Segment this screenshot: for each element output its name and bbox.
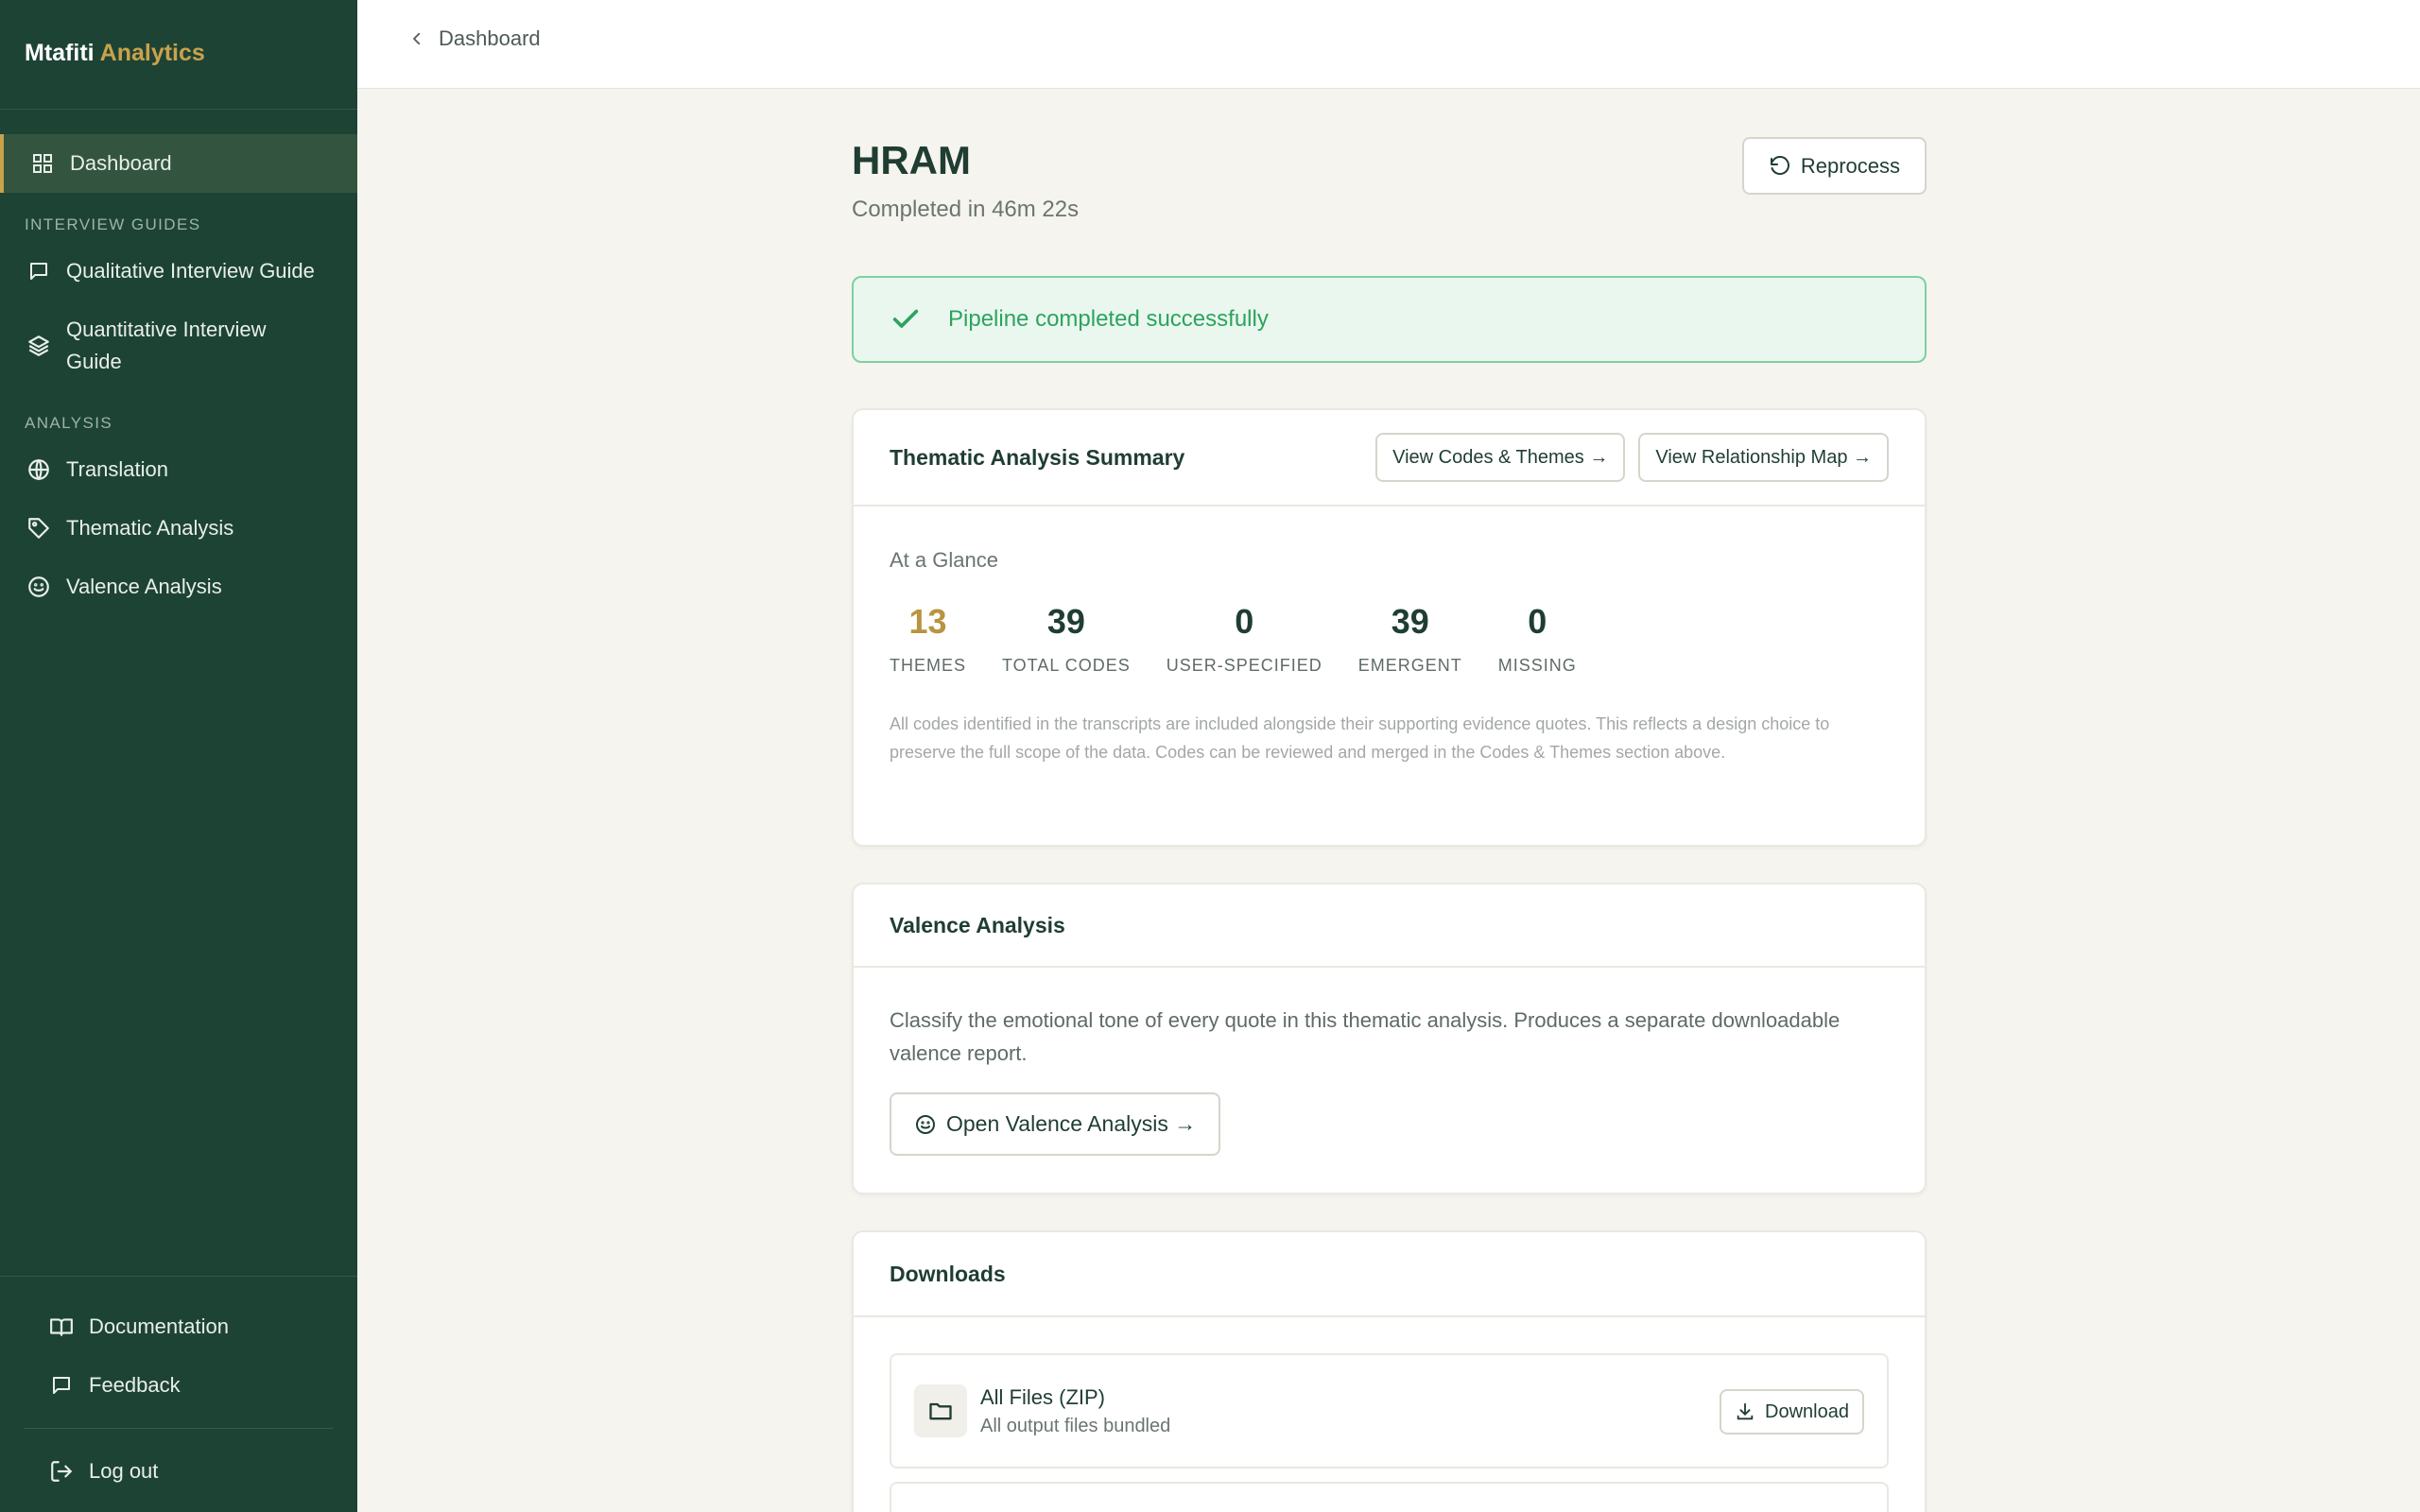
page-subtitle: Completed in 46m 22s: [852, 197, 1080, 222]
card-title: Thematic Analysis Summary: [890, 444, 1185, 470]
sidebar-item-label: Thematic Analysis: [66, 516, 234, 540]
message-square-icon: [47, 1369, 76, 1401]
card-body: Classify the emotional tone of every quo…: [854, 968, 1925, 1156]
smile-icon: [25, 571, 53, 603]
book-open-icon: [47, 1311, 76, 1343]
sidebar: Mtafiti Analytics Dashboard INTERVIEW GU…: [0, 0, 357, 1512]
grid-icon: [28, 147, 57, 180]
sidebar-item-feedback[interactable]: Feedback: [0, 1356, 357, 1415]
sidebar-item-translation[interactable]: Translation: [0, 440, 357, 499]
brand-name: Mtafiti: [25, 40, 95, 66]
page-title: HRAM: [852, 138, 971, 182]
card-header: Thematic Analysis Summary View Codes & T…: [854, 410, 1925, 507]
sidebar-item-label: Valence Analysis: [66, 575, 222, 598]
stat-label: TOTAL CODES: [1002, 656, 1131, 675]
stat-label: USER-SPECIFIED: [1166, 656, 1322, 675]
button-label: Open Valence Analysis →: [946, 1111, 1197, 1136]
sidebar-item-quantitative-guide[interactable]: Quantitative Interview Guide: [0, 301, 357, 391]
tag-icon: [25, 512, 53, 544]
stat-label: MISSING: [1497, 656, 1577, 675]
sidebar-nav: Dashboard INTERVIEW GUIDES Qualitative I…: [0, 110, 357, 616]
divider: [25, 1428, 333, 1429]
card-header: Valence Analysis: [854, 885, 1925, 968]
view-codes-themes-button[interactable]: View Codes & Themes →: [1375, 433, 1626, 482]
sidebar-item-valence-analysis[interactable]: Valence Analysis: [0, 558, 357, 616]
brand-suffix: Analytics: [99, 40, 205, 66]
smile-icon: [914, 1113, 937, 1136]
layers-icon: [25, 314, 53, 378]
top-bar: Dashboard: [357, 0, 2420, 89]
folder-icon: [914, 1384, 967, 1437]
reprocess-label: Reprocess: [1800, 153, 1900, 178]
thematic-summary-card: Thematic Analysis Summary View Codes & T…: [852, 408, 1927, 847]
sidebar-item-logout[interactable]: Log out: [0, 1442, 357, 1501]
file-info: All Files (ZIP) All output files bundled: [980, 1385, 1170, 1437]
card-body: At a Glance 13 THEMES 39 TOTAL CODES 0 U…: [854, 507, 1925, 766]
card-title: Downloads: [890, 1261, 1006, 1286]
globe-icon: [25, 454, 53, 486]
download-icon: [1735, 1401, 1755, 1422]
sidebar-item-documentation[interactable]: Documentation: [0, 1297, 357, 1356]
file-description: All output files bundled: [980, 1415, 1171, 1436]
chevron-left-icon: [408, 30, 425, 47]
sidebar-item-label: Log out: [89, 1459, 159, 1483]
stat-emergent: 39 EMERGENT: [1358, 601, 1462, 676]
valence-description: Classify the emotional tone of every quo…: [890, 1008, 1841, 1065]
sidebar-item-label: Quantitative Interview Guide: [66, 318, 267, 373]
sidebar-item-label: Translation: [66, 457, 169, 481]
sidebar-item-label: Qualitative Interview Guide: [66, 259, 315, 283]
view-relationship-map-button[interactable]: View Relationship Map →: [1638, 433, 1889, 482]
button-label: Download: [1765, 1400, 1849, 1422]
success-alert: Pipeline completed successfully: [852, 276, 1927, 363]
log-out-icon: [47, 1455, 76, 1487]
sidebar-item-thematic-analysis[interactable]: Thematic Analysis: [0, 499, 357, 558]
card-actions: View Codes & Themes → View Relationship …: [1375, 433, 1889, 482]
check-icon: [890, 303, 922, 335]
stat-value: 0: [1528, 602, 1547, 641]
stat-total-codes: 39 TOTAL CODES: [1002, 601, 1131, 676]
stat-missing: 0 MISSING: [1498, 601, 1577, 676]
card-body: All Files (ZIP) All output files bundled…: [854, 1317, 1925, 1512]
open-valence-analysis-button[interactable]: Open Valence Analysis →: [890, 1092, 1221, 1156]
valence-analysis-card: Valence Analysis Classify the emotional …: [852, 883, 1927, 1194]
sidebar-item-label: Feedback: [89, 1373, 181, 1397]
reprocess-button[interactable]: Reprocess: [1741, 137, 1927, 195]
sidebar-item-label: Dashboard: [70, 151, 172, 175]
rotate-ccw-icon: [1769, 155, 1791, 178]
stat-value: 39: [1391, 602, 1429, 641]
back-to-dashboard-link[interactable]: Dashboard: [408, 26, 541, 51]
sidebar-footer: Documentation Feedback Log out: [0, 1276, 357, 1512]
nav-section-analysis: ANALYSIS: [25, 414, 113, 432]
alert-text: Pipeline completed successfully: [948, 306, 1269, 332]
nav-section-interview-guides: INTERVIEW GUIDES: [25, 215, 201, 233]
stat-value: 0: [1235, 602, 1254, 641]
download-file-row-partial: [890, 1482, 1889, 1512]
download-file-row: All Files (ZIP) All output files bundled…: [890, 1353, 1889, 1469]
card-header: Downloads: [854, 1232, 1925, 1317]
message-square-icon: [25, 255, 53, 287]
codes-note: All codes identified in the transcripts …: [890, 714, 1830, 762]
stat-user-specified: 0 USER-SPECIFIED: [1167, 601, 1322, 676]
brand-logo[interactable]: Mtafiti Analytics: [0, 0, 357, 110]
sidebar-item-label: Documentation: [89, 1314, 229, 1338]
stat-value: 13: [908, 602, 947, 641]
stat-label: THEMES: [890, 656, 967, 675]
stat-label: EMERGENT: [1357, 656, 1462, 675]
file-name: All Files (ZIP): [980, 1384, 1105, 1409]
page-header: HRAM Completed in 46m 22s Reprocess: [852, 89, 1927, 276]
stat-value: 39: [1046, 602, 1085, 641]
downloads-card: Downloads All Files (ZIP) All output fil…: [852, 1230, 1927, 1512]
stat-themes: 13 THEMES: [890, 601, 966, 676]
main-content: HRAM Completed in 46m 22s Reprocess Pipe…: [852, 89, 1927, 1512]
sidebar-item-qualitative-guide[interactable]: Qualitative Interview Guide: [0, 242, 357, 301]
sidebar-item-dashboard[interactable]: Dashboard: [0, 134, 357, 193]
at-a-glance-label: At a Glance: [890, 548, 998, 572]
stats-row: 13 THEMES 39 TOTAL CODES 0 USER-SPECIFIE…: [890, 601, 1889, 676]
breadcrumb: Dashboard: [439, 26, 541, 50]
card-title: Valence Analysis: [890, 912, 1065, 937]
download-button[interactable]: Download: [1720, 1389, 1864, 1435]
